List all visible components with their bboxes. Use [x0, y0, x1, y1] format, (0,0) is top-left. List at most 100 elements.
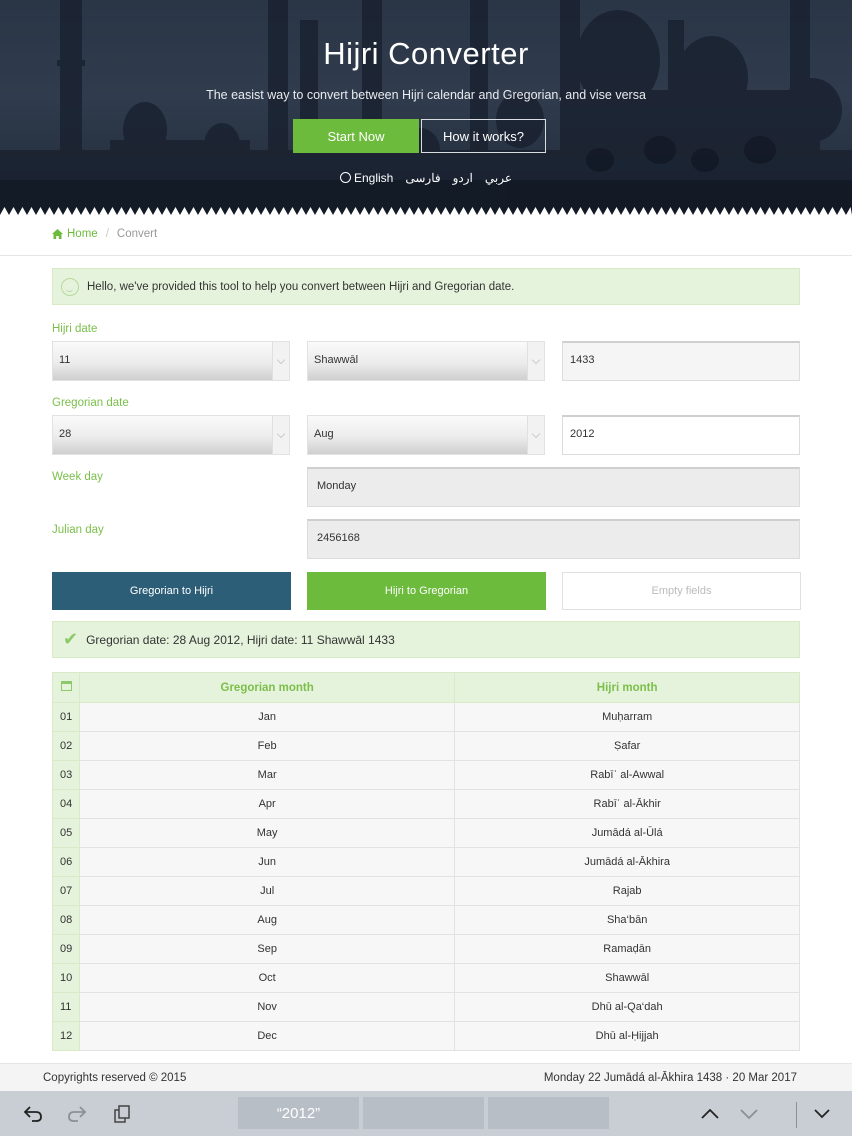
- empty-fields-button[interactable]: Empty fields: [562, 572, 801, 610]
- hijri-month-cell: Sha‘bān: [454, 905, 800, 935]
- lang-farsi[interactable]: فارسی: [405, 171, 440, 185]
- table-row: 04 Apr Rabīʿ al-Ākhir: [52, 789, 800, 819]
- months-table: Gregorian month Hijri month 01 Jan Muḥarra…: [52, 672, 800, 1051]
- hide-keyboard-icon[interactable]: [812, 1104, 832, 1124]
- redo-icon[interactable]: [66, 1104, 88, 1124]
- row-number-cell: 04: [52, 789, 80, 819]
- hijri-year-input[interactable]: 1433: [562, 341, 800, 381]
- week-day-field: Monday: [307, 467, 800, 507]
- row-number-cell: 08: [52, 905, 80, 935]
- hijri-month-cell: Dhū al-Ḥijjah: [454, 1021, 800, 1051]
- gregorian-month-cell: Mar: [78, 760, 456, 790]
- table-row: 09 Sep Ramaḍān: [52, 934, 800, 964]
- table-row: 10 Oct Shawwāl: [52, 963, 800, 993]
- breadcrumb-current: Convert: [116, 228, 158, 240]
- hijri-month-cell: Ramaḍān: [454, 934, 800, 964]
- gregorian-month-cell: Nov: [78, 992, 456, 1022]
- gregorian-to-hijri-button[interactable]: Gregorian to Hijri: [52, 572, 291, 610]
- gregorian-month-value: Aug: [314, 428, 334, 440]
- hijri-month-select[interactable]: Shawwāl: [307, 341, 545, 381]
- undo-icon[interactable]: [22, 1104, 44, 1124]
- calendar-column-header: [52, 672, 80, 703]
- divider: [0, 255, 852, 256]
- clipboard-icon[interactable]: [112, 1104, 132, 1124]
- page-subtitle: The easist way to convert between Hijri …: [206, 88, 646, 102]
- table-row: 02 Feb Ṣafar: [52, 731, 800, 761]
- row-number-cell: 03: [52, 760, 80, 790]
- globe-icon: [339, 172, 351, 183]
- keyboard-suggestion-empty[interactable]: [488, 1097, 609, 1129]
- gregorian-year-input[interactable]: 2012: [562, 415, 800, 455]
- table-row: 06 Jun Jumādá al-Ākhira: [52, 847, 800, 877]
- gregorian-month-cell: Jan: [78, 702, 456, 732]
- hijri-month-cell: Dhū al-Qa‘dah: [454, 992, 800, 1022]
- table-row: 01 Jan Muḥarram: [52, 702, 800, 732]
- how-it-works-button[interactable]: How it works?: [421, 119, 546, 153]
- row-number-cell: 11: [52, 992, 80, 1022]
- lang-english-label: English: [353, 171, 394, 185]
- hijri-month-cell: Ṣafar: [454, 731, 800, 761]
- row-number-cell: 06: [52, 847, 80, 877]
- gregorian-month-select[interactable]: Aug: [307, 415, 545, 455]
- hijri-month-value: Shawwāl: [314, 354, 359, 366]
- row-number-cell: 12: [52, 1021, 80, 1051]
- hero-banner: Hijri Converter The easist way to conver…: [0, 0, 852, 215]
- gregorian-month-cell: Apr: [78, 789, 456, 819]
- chevron-down-icon: [272, 342, 289, 380]
- page-title: Hijri Converter: [323, 36, 529, 71]
- table-row: 07 Jul Rajab: [52, 876, 800, 906]
- gregorian-month-cell: Dec: [78, 1021, 456, 1051]
- julian-day-label: Julian day: [52, 524, 104, 536]
- hijri-to-gregorian-button[interactable]: Hijri to Gregorian: [307, 572, 546, 610]
- row-number-cell: 02: [52, 731, 80, 761]
- breadcrumb-separator: /: [105, 228, 109, 240]
- info-alert-text: Hello, we've provided this tool to help …: [87, 280, 515, 293]
- chevron-down-icon: [272, 416, 289, 454]
- start-now-button[interactable]: Start Now: [293, 119, 419, 153]
- gregorian-date-label: Gregorian date: [52, 397, 129, 409]
- gregorian-month-cell: Sep: [78, 934, 456, 964]
- zigzag-divider: [0, 207, 852, 215]
- breadcrumb-home-label: Home: [67, 228, 98, 240]
- gregorian-day-select[interactable]: 28: [52, 415, 290, 455]
- home-icon: [52, 229, 63, 239]
- julian-day-field: 2456168: [307, 519, 800, 559]
- checkmark-icon: ✔: [63, 629, 79, 649]
- chevron-down-icon: [527, 416, 544, 454]
- lang-urdu[interactable]: اردو: [453, 171, 473, 185]
- language-switcher: English فارسی اردو عربي: [0, 171, 852, 185]
- hijri-month-cell: Muḥarram: [454, 702, 800, 732]
- gregorian-month-cell: Jul: [78, 876, 456, 906]
- lang-english[interactable]: English: [339, 171, 394, 185]
- gregorian-month-cell: Aug: [78, 905, 456, 935]
- keyboard-suggestion-empty[interactable]: [363, 1097, 484, 1129]
- table-row: 11 Nov Dhū al-Qa‘dah: [52, 992, 800, 1022]
- row-number-cell: 01: [52, 702, 80, 732]
- hijri-day-select[interactable]: 11: [52, 341, 290, 381]
- chevron-down-icon: [527, 342, 544, 380]
- hijri-day-value: 11: [59, 354, 71, 366]
- row-number-cell: 05: [52, 818, 80, 848]
- chevron-up-icon[interactable]: [700, 1104, 720, 1124]
- hijri-month-cell: Shawwāl: [454, 963, 800, 993]
- week-day-label: Week day: [52, 471, 103, 483]
- result-alert-text: Gregorian date: 28 Aug 2012, Hijri date:…: [86, 632, 395, 647]
- gregorian-month-header: Gregorian month: [78, 672, 456, 703]
- gregorian-month-cell: May: [78, 818, 456, 848]
- gregorian-month-cell: Feb: [78, 731, 456, 761]
- hijri-month-cell: Rajab: [454, 876, 800, 906]
- gregorian-day-value: 28: [59, 428, 72, 440]
- divider: [796, 1102, 797, 1128]
- hijri-month-cell: Rabīʿ al-Awwal: [454, 760, 800, 790]
- table-row: 05 May Jumādá al-Ūlá: [52, 818, 800, 848]
- breadcrumb-home[interactable]: Home: [52, 228, 98, 240]
- row-number-cell: 10: [52, 963, 80, 993]
- hijri-month-header: Hijri month: [454, 672, 800, 703]
- footer: Copyrights reserved © 2015 Monday 22 Jum…: [0, 1063, 852, 1091]
- lang-arabic[interactable]: عربي: [485, 171, 512, 185]
- table-row: 03 Mar Rabīʿ al-Awwal: [52, 760, 800, 790]
- result-alert: ✔ Gregorian date: 28 Aug 2012, Hijri dat…: [52, 621, 800, 658]
- gregorian-month-cell: Oct: [78, 963, 456, 993]
- keyboard-suggestion[interactable]: “2012”: [238, 1097, 359, 1129]
- chevron-down-icon[interactable]: [739, 1104, 759, 1124]
